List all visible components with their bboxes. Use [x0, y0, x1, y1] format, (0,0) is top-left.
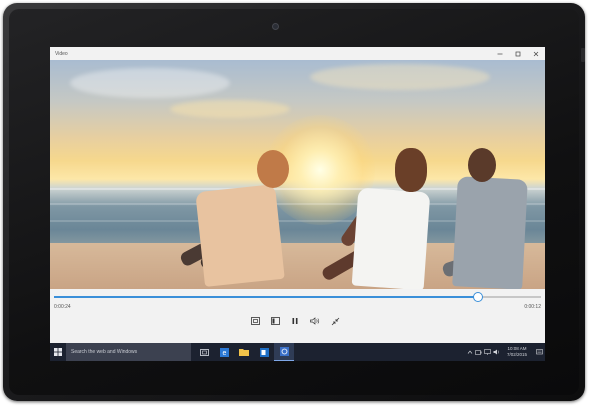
aspect-ratio-button[interactable]: [250, 316, 260, 326]
taskbar-clock[interactable]: 10:08 AM 7/02/2015: [501, 346, 533, 358]
screen: Video 0:00:24 0:00:12 Search the web and…: [50, 47, 545, 361]
front-camera: [272, 23, 279, 30]
windows-logo-icon: [54, 348, 62, 356]
speaker-icon: [493, 349, 499, 355]
search-placeholder: Search the web and Windows: [71, 349, 138, 355]
task-view-icon: [199, 348, 209, 356]
player-controls: 0:00:24 0:00:12: [50, 289, 545, 343]
maximize-icon: [515, 51, 521, 56]
svg-text:e: e: [222, 350, 226, 357]
file-explorer-button[interactable]: [234, 343, 254, 361]
remaining-time: 0:00:12: [524, 304, 541, 310]
elapsed-time: 0:00:24: [54, 304, 71, 310]
cloud: [310, 64, 490, 90]
cast-screen-icon: [270, 317, 280, 325]
network-icon: [484, 349, 491, 355]
network-button[interactable]: [483, 343, 492, 361]
chevron-up-icon: [467, 350, 472, 354]
cloud: [170, 100, 290, 118]
transport-controls: [250, 316, 340, 326]
power-button: [581, 48, 585, 62]
minimize-button[interactable]: [491, 47, 509, 60]
seek-thumb[interactable]: [472, 292, 483, 302]
video-app-taskbar-button[interactable]: [274, 343, 294, 361]
outlook-button[interactable]: [254, 343, 274, 361]
aspect-ratio-icon: [250, 317, 260, 325]
action-center-button[interactable]: [533, 343, 545, 361]
minimize-icon: [497, 53, 503, 54]
close-button[interactable]: [527, 47, 545, 60]
edge-icon: e: [219, 347, 229, 357]
close-icon: [533, 51, 539, 56]
maximize-button[interactable]: [509, 47, 527, 60]
pause-button[interactable]: [290, 316, 300, 326]
clock-date: 7/02/2015: [506, 352, 528, 357]
volume-icon: [310, 317, 320, 325]
action-center-icon: [535, 349, 543, 355]
video-app-icon: [279, 347, 289, 356]
edge-button[interactable]: e: [214, 343, 234, 361]
file-explorer-icon: [239, 349, 249, 356]
pause-icon: [292, 318, 298, 324]
task-view-button[interactable]: [194, 343, 214, 361]
window-title: Video: [55, 50, 68, 57]
tablet-device: Video 0:00:24 0:00:12 Search the web and…: [3, 3, 585, 401]
window-titlebar: Video: [50, 47, 545, 60]
start-button[interactable]: [50, 343, 66, 361]
system-volume-button[interactable]: [492, 343, 501, 361]
video-frame[interactable]: [50, 60, 545, 289]
show-hidden-icons-button[interactable]: [465, 343, 474, 361]
play-to-device-button[interactable]: [270, 316, 280, 326]
exit-fullscreen-button[interactable]: [330, 316, 340, 326]
battery-button[interactable]: [474, 343, 483, 361]
system-tray: 10:08 AM 7/02/2015: [465, 343, 545, 361]
volume-button[interactable]: [310, 316, 320, 326]
battery-icon: [475, 349, 482, 355]
cloud: [70, 68, 230, 98]
seek-progress: [54, 296, 478, 298]
outlook-icon: [259, 347, 269, 357]
taskbar-search-box[interactable]: Search the web and Windows: [66, 343, 191, 361]
exit-fullscreen-icon: [331, 317, 339, 325]
taskbar: Search the web and Windows e 10:08 AM 7/…: [50, 343, 545, 361]
seek-bar[interactable]: [54, 296, 541, 298]
